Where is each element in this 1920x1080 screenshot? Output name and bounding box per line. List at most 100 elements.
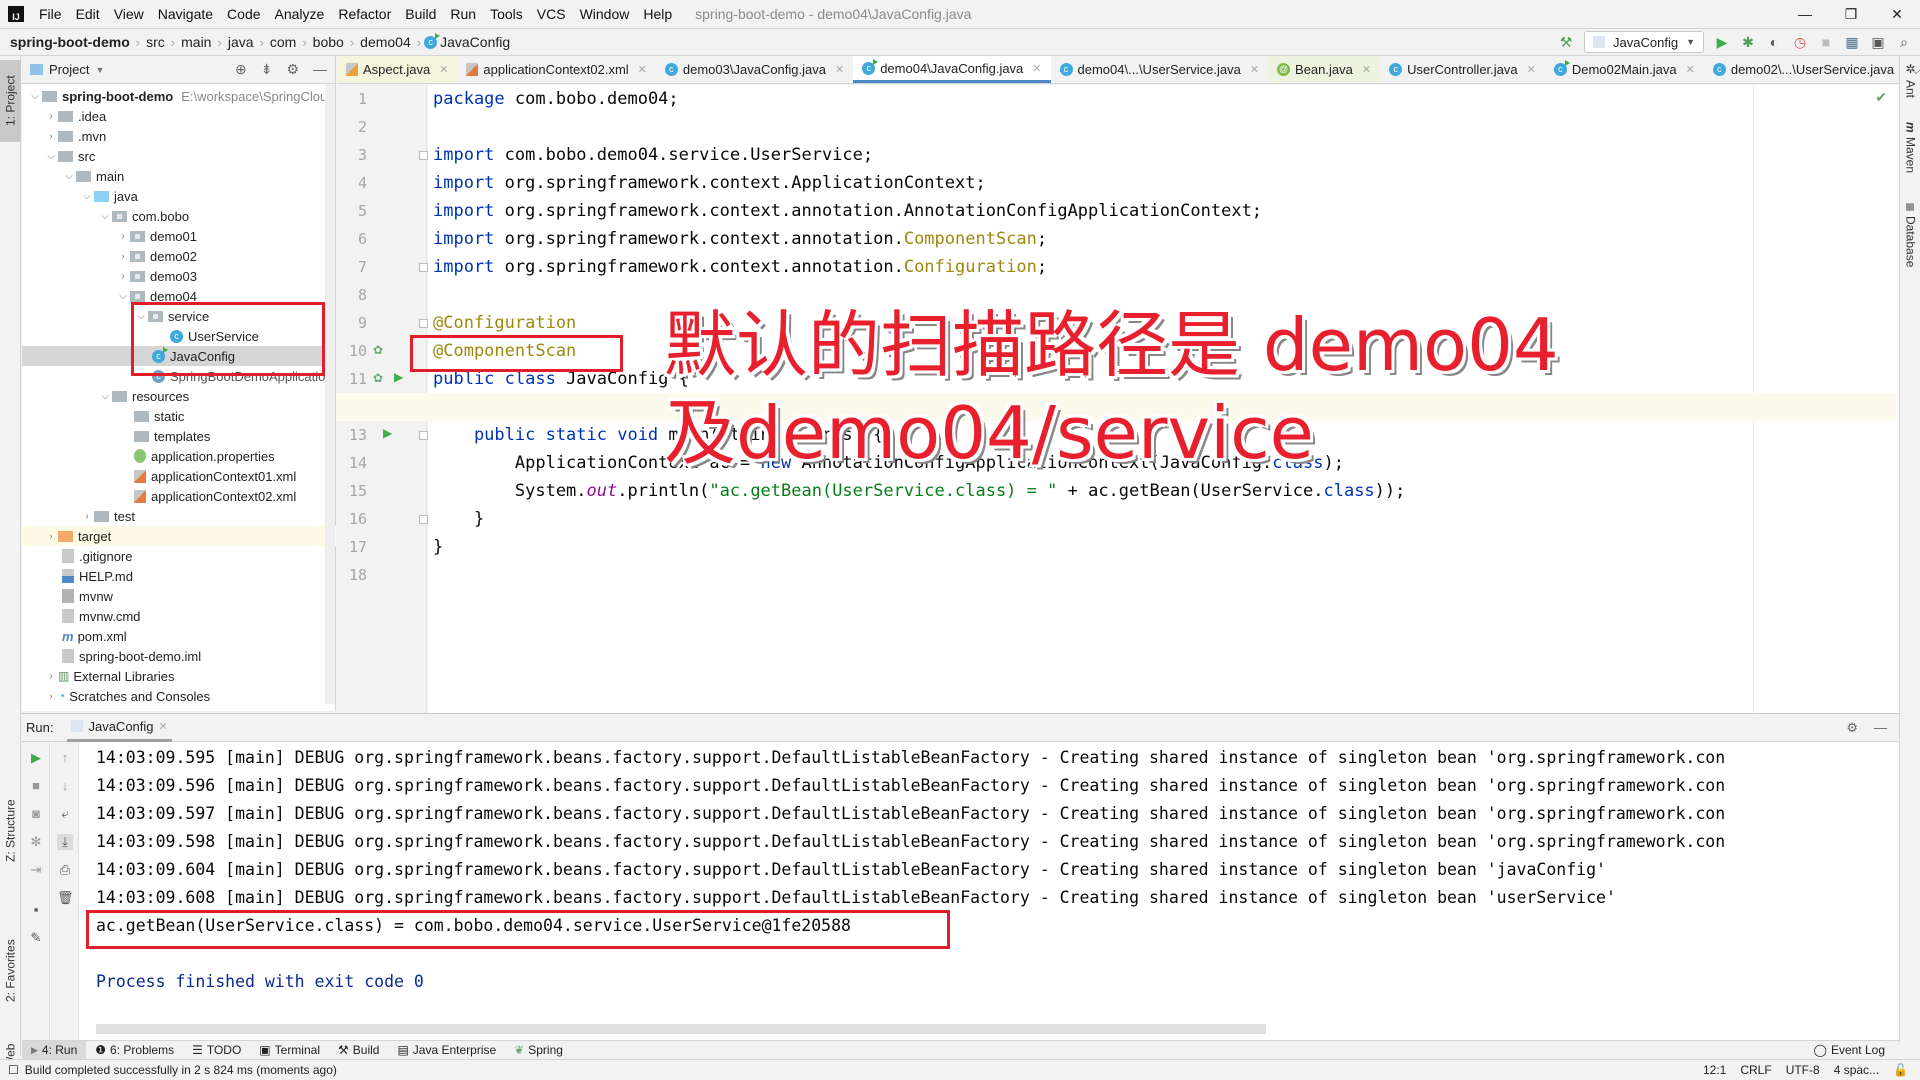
spring-bean-gutter-icon[interactable]: ✿: [373, 343, 383, 357]
tab-aspect[interactable]: Aspect.java ✕: [337, 56, 458, 83]
chevron-right-icon[interactable]: ›: [44, 531, 58, 542]
menu-navigate[interactable]: Navigate: [151, 6, 220, 22]
run-gutter-icon[interactable]: ▶: [394, 370, 403, 384]
chevron-down-icon[interactable]: ⌵: [28, 91, 42, 102]
chevron-down-icon[interactable]: ⌵: [62, 171, 76, 182]
tree-node-root[interactable]: ⌵ spring-boot-demo E:\workspace\SpringClou…: [22, 86, 336, 106]
fold-marker-icon[interactable]: [419, 151, 428, 160]
maven-tool-tab[interactable]: m Maven: [1900, 122, 1920, 192]
tool-tab-run[interactable]: ▶ 4: Run: [22, 1040, 87, 1060]
close-tab-icon[interactable]: ✕: [1362, 63, 1371, 76]
tool-tab-spring[interactable]: ❦ Spring: [505, 1041, 572, 1060]
tree-node-main[interactable]: ⌵ main: [22, 166, 336, 186]
tree-node-help-md[interactable]: HELP.md: [22, 566, 336, 586]
tree-node-src[interactable]: ⌵ src: [22, 146, 336, 166]
pin-icon[interactable]: ✎: [28, 930, 44, 946]
layout-icon[interactable]: ▪: [28, 902, 44, 918]
rerun-icon[interactable]: ▶: [28, 750, 44, 766]
tree-node-target[interactable]: › target: [22, 526, 336, 546]
breadcrumb-src[interactable]: src: [143, 34, 168, 50]
menu-edit[interactable]: Edit: [69, 6, 107, 22]
tree-node-mvn[interactable]: › .mvn: [22, 126, 336, 146]
tree-node-mvnw[interactable]: mvnw: [22, 586, 336, 606]
tree-node-java[interactable]: ⌵ java: [22, 186, 336, 206]
tree-node-scratches[interactable]: › ◔ Scratches and Consoles: [22, 686, 336, 706]
indent-setting[interactable]: 4 spac...: [1834, 1063, 1879, 1077]
clear-trash-icon[interactable]: 🗑: [57, 890, 74, 906]
event-log-button[interactable]: ◯ Event Log: [1814, 1043, 1899, 1057]
breadcrumb-project[interactable]: spring-boot-demo: [0, 34, 133, 50]
menu-vcs[interactable]: VCS: [530, 6, 573, 22]
structure-tool-tab[interactable]: Z: Structure: [0, 776, 21, 886]
database-tool-tab[interactable]: ≣ Database: [1900, 202, 1920, 282]
breadcrumb-java[interactable]: java: [225, 34, 257, 50]
menu-analyze[interactable]: Analyze: [268, 6, 332, 22]
chevron-right-icon[interactable]: ›: [44, 691, 58, 702]
search-icon[interactable]: ⌕: [1896, 34, 1912, 50]
close-tab-icon[interactable]: ✕: [638, 63, 647, 76]
close-tab-icon[interactable]: ✕: [439, 63, 448, 76]
close-tab-icon[interactable]: ✕: [159, 720, 168, 733]
code-editor[interactable]: ✔ package com.bobo.demo04; import com.bo…: [336, 85, 1899, 713]
tool-tab-problems[interactable]: ❶ 6: Problems: [86, 1041, 183, 1060]
tree-node-mvnw-cmd[interactable]: mvnw.cmd: [22, 606, 336, 626]
tree-node-pom-xml[interactable]: m pom.xml: [22, 626, 336, 646]
tree-node-demo01[interactable]: › demo01: [22, 226, 336, 246]
settings-icon[interactable]: ✻: [28, 834, 44, 850]
breadcrumb-com[interactable]: com: [267, 34, 299, 50]
tab-demo03-javaconfig[interactable]: c demo03\JavaConfig.java ✕: [656, 56, 853, 83]
close-tab-icon[interactable]: ✕: [1250, 63, 1259, 76]
menu-view[interactable]: View: [107, 6, 151, 22]
fold-marker-icon[interactable]: [419, 263, 428, 272]
stop-icon[interactable]: ■: [28, 778, 44, 794]
chevron-right-icon[interactable]: ›: [116, 271, 130, 282]
tree-node-iml[interactable]: spring-boot-demo.iml: [22, 646, 336, 666]
menu-code[interactable]: Code: [220, 6, 267, 22]
tab-demo02main[interactable]: c Demo02Main.java ✕: [1545, 56, 1704, 83]
breadcrumb-bobo[interactable]: bobo: [310, 34, 347, 50]
menu-file[interactable]: File: [32, 6, 69, 22]
chevron-right-icon[interactable]: ›: [80, 511, 94, 522]
menu-run[interactable]: Run: [443, 6, 483, 22]
breadcrumb-main[interactable]: main: [178, 34, 214, 50]
stop-icon[interactable]: ■: [1818, 34, 1834, 50]
tree-node-idea[interactable]: › .idea: [22, 106, 336, 126]
tree-node-templates[interactable]: templates: [22, 426, 336, 446]
breadcrumb-demo04[interactable]: demo04: [357, 34, 414, 50]
no-problems-check-icon[interactable]: ✔: [1875, 89, 1887, 106]
print-icon[interactable]: ⎙: [57, 862, 73, 878]
scroll-to-end-icon[interactable]: ⤓: [57, 834, 73, 850]
menu-window[interactable]: Window: [573, 6, 637, 22]
settings-gear-icon[interactable]: ⚙: [1846, 720, 1858, 736]
close-tab-icon[interactable]: ✕: [1032, 62, 1041, 75]
tree-node-static[interactable]: static: [22, 406, 336, 426]
tab-demo04-userservice[interactable]: c demo04\...\UserService.java ✕: [1051, 56, 1269, 83]
project-tool-tab[interactable]: 1: Project: [0, 60, 21, 142]
menu-help[interactable]: Help: [636, 6, 679, 22]
tab-applicationcontext02[interactable]: applicationContext02.xml ✕: [457, 56, 655, 83]
chevron-down-icon[interactable]: ⌵: [80, 191, 94, 202]
collapse-all-icon[interactable]: ⇟: [261, 61, 273, 78]
chevron-down-icon[interactable]: ⌵: [44, 151, 58, 162]
tree-node-com-bobo[interactable]: ⌵ com.bobo: [22, 206, 336, 226]
chevron-right-icon[interactable]: ›: [116, 231, 130, 242]
tree-node-gitignore[interactable]: .gitignore: [22, 546, 336, 566]
presentation-icon[interactable]: ▣: [1870, 34, 1886, 50]
run-icon[interactable]: ▶: [1714, 34, 1730, 50]
run-gutter-icon[interactable]: ▶: [383, 426, 392, 440]
locate-file-icon[interactable]: ⊕: [235, 61, 247, 78]
tool-tab-todo[interactable]: ☰ TODO: [183, 1041, 250, 1060]
chevron-down-icon[interactable]: ⌵: [98, 391, 112, 402]
run-tab-javaconfig[interactable]: JavaConfig ✕: [67, 714, 172, 742]
close-tab-icon[interactable]: ✕: [1527, 63, 1536, 76]
line-separator[interactable]: CRLF: [1740, 1063, 1771, 1077]
breadcrumb-javaconfig[interactable]: JavaConfig: [437, 34, 513, 50]
fold-marker-icon[interactable]: [419, 515, 428, 524]
status-toggle-icon[interactable]: ☐: [8, 1063, 19, 1077]
fold-marker-icon[interactable]: [419, 319, 428, 328]
console-output[interactable]: 14:03:09.595 [main] DEBUG org.springfram…: [80, 742, 1899, 1040]
tab-usercontroller[interactable]: c UserController.java ✕: [1380, 56, 1545, 83]
tabs-overflow-chevron-icon[interactable]: ⌵: [1903, 56, 1920, 83]
tab-bean[interactable]: @ Bean.java ✕: [1268, 56, 1381, 83]
tree-node-application-properties[interactable]: application.properties: [22, 446, 336, 466]
